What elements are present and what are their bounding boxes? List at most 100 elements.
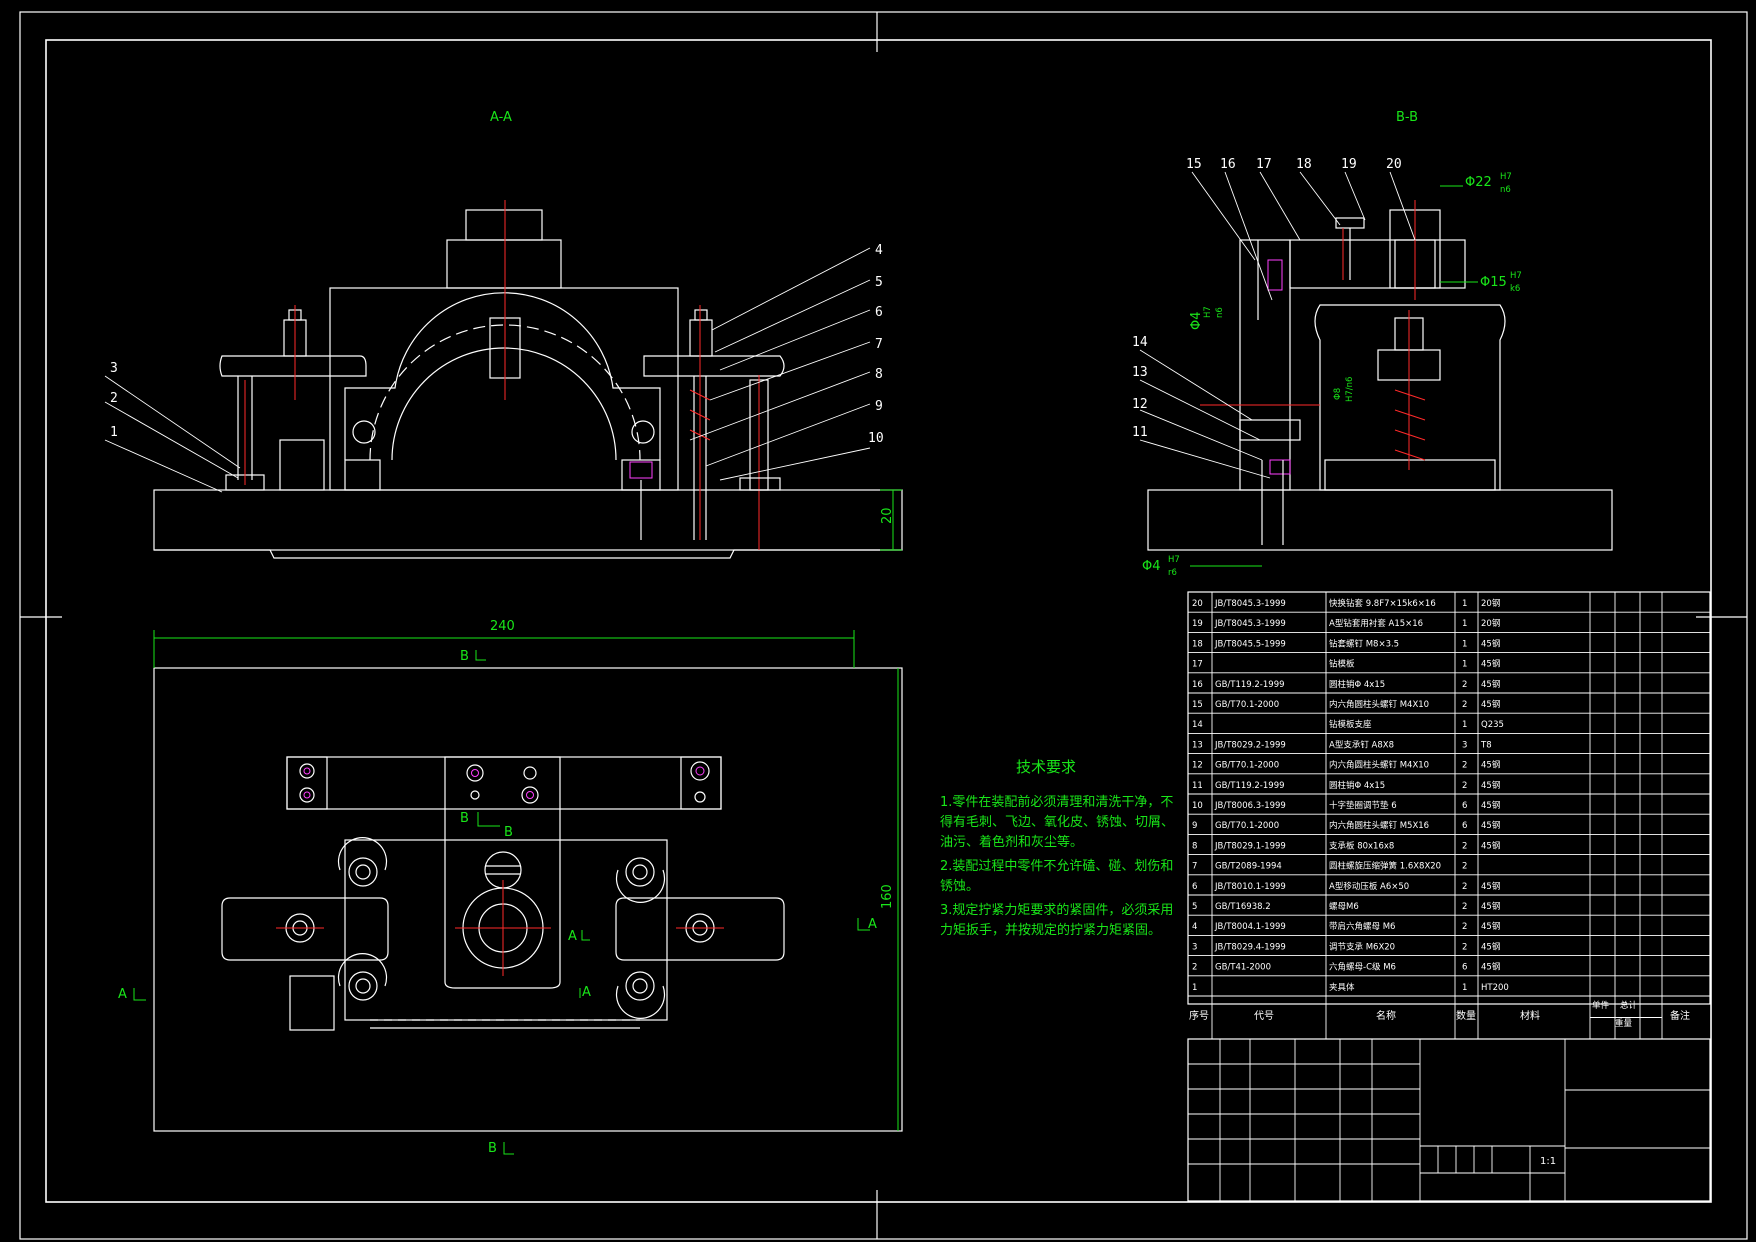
bom-header-total: 总计	[1620, 1000, 1638, 1011]
marker-a-mid2: A	[582, 985, 591, 1000]
tech-req-line-2: 得有毛刺、飞边、氧化皮、锈蚀、切屑、	[940, 814, 1174, 830]
bom-cell-no: 11	[1192, 781, 1203, 791]
dim-160: 160	[880, 884, 895, 909]
bom-header-unit: 单件	[1592, 1000, 1610, 1011]
bom-cell-qty: 2	[1462, 680, 1467, 690]
bom-cell-qty: 1	[1462, 639, 1467, 649]
bom-cell-code: JB/T8029.4-1999	[1214, 942, 1286, 952]
marker-a-left: A	[118, 987, 127, 1002]
bom-cell-mat: 20钢	[1481, 618, 1500, 629]
balloon-14: 14	[1132, 335, 1148, 350]
balloon-17: 17	[1256, 157, 1272, 172]
bom-cell-name: 内六角圆柱头螺钉 M5X16	[1329, 820, 1429, 831]
bom-cell-qty: 1	[1462, 660, 1467, 670]
bom-cell-code: GB/T16938.2	[1215, 902, 1271, 912]
balloon-8: 8	[875, 367, 883, 382]
bom-cell-name: A型钻套用衬套 A15×16	[1329, 618, 1423, 629]
bom-cell-qty: 2	[1462, 922, 1467, 932]
marker-b-top: B	[460, 649, 469, 664]
bom-cell-name: 带肩六角螺母 M6	[1329, 921, 1395, 932]
bom-cell-qty: 2	[1462, 862, 1467, 872]
tech-requirements: 技术要求 1.零件在装配前必须清理和清洗干净，不 得有毛刺、飞边、氧化皮、锈蚀、…	[940, 758, 1174, 938]
bom-cell-mat: 45钢	[1481, 699, 1500, 710]
balloon-10: 10	[868, 431, 884, 446]
title-block: 1:1	[1187, 1038, 1711, 1202]
bom-cell-name: 钻模板支座	[1329, 719, 1372, 730]
bom-table: 20 JB/T8045.3-1999 快换钻套 9.8F7×15k6×16 1 20钢 1…	[1187, 591, 1711, 1039]
bom-cell-name: 内六角圆柱头螺钉 M4X10	[1329, 699, 1429, 710]
bom-cell-code: GB/T119.2-1999	[1215, 781, 1285, 791]
bom-cell-no: 12	[1192, 761, 1203, 771]
balloon-6: 6	[875, 305, 883, 320]
dim-240: 240	[490, 619, 515, 634]
section-aa-view: A-A 20 4 5 6 7 8 9 10 3 2 1	[104, 110, 903, 559]
bom-cell-no: 3	[1192, 942, 1197, 952]
bom-cell-name: 螺母M6	[1329, 901, 1359, 912]
bom-cell-name: 六角螺母-C级 M6	[1329, 962, 1396, 973]
bom-cell-code: GB/T119.2-1999	[1215, 680, 1285, 690]
balloon-2: 2	[110, 391, 118, 406]
balloon-18: 18	[1296, 157, 1312, 172]
bom-cell-mat: Q235	[1481, 720, 1504, 730]
bom-cell-name: 圆柱螺旋压缩弹簧 1.6X8X20	[1329, 861, 1441, 872]
bom-cell-mat: HT200	[1481, 983, 1509, 993]
bom-cell-mat: 45钢	[1481, 840, 1500, 851]
bom-cell-no: 13	[1192, 740, 1203, 750]
balloon-5: 5	[875, 275, 883, 290]
bom-cell-mat: 45钢	[1481, 921, 1500, 932]
bom-cell-qty: 1	[1462, 720, 1467, 730]
bom-cell-code: GB/T70.1-2000	[1215, 700, 1279, 710]
bom-cell-code: JB/T8045.5-1999	[1214, 639, 1286, 649]
bom-cell-no: 14	[1192, 720, 1203, 730]
bom-cell-no: 19	[1192, 619, 1203, 629]
bom-cell-code: GB/T70.1-2000	[1215, 821, 1279, 831]
bom-cell-mat: 45钢	[1481, 941, 1500, 952]
bom-cell-name: 钻模板	[1329, 659, 1355, 670]
bom-cell-no: 6	[1192, 882, 1197, 892]
balloon-9: 9	[875, 399, 883, 414]
fit-dimensions: Φ22 H7 n6 Φ15 H7 k6 Φ4 H7 n6 Φ4 H7 r6 Φ8…	[1142, 172, 1522, 578]
tech-req-line-5: 锈蚀。	[940, 879, 979, 894]
dim-phi4-left-fit-top: H7	[1203, 306, 1213, 318]
dim-phi15-fit-top: H7	[1510, 271, 1522, 281]
top-view: 240 160 B B A A A A B B	[118, 619, 903, 1156]
bom-cell-no: 1	[1192, 983, 1197, 993]
bom-cell-code: JB/T8045.3-1999	[1214, 619, 1286, 629]
bom-cell-qty: 2	[1462, 841, 1467, 851]
bom-cell-name: 钻套螺钉 M8×3.5	[1329, 638, 1399, 649]
bom-cell-code: GB/T2089-1994	[1215, 862, 1282, 872]
bom-cell-code: JB/T8029.1-1999	[1214, 841, 1286, 851]
tech-req-line-3: 油污、着色剂和灰尘等。	[940, 834, 1083, 850]
tech-req-title: 技术要求	[1016, 758, 1076, 776]
balloon-16: 16	[1220, 157, 1236, 172]
bom-cell-code: JB/T8045.3-1999	[1214, 599, 1286, 609]
bom-cell-qty: 2	[1462, 902, 1467, 912]
dim-phi22: Φ22	[1465, 175, 1492, 190]
dim-phi8-fit: H7/n6	[1345, 377, 1355, 402]
bom-cell-name: 快换钻套 9.8F7×15k6×16	[1329, 598, 1436, 609]
bom-cell-code: JB/T8010.1-1999	[1214, 882, 1286, 892]
bom-cell-no: 18	[1192, 639, 1203, 649]
bom-cell-no: 15	[1192, 700, 1203, 710]
balloon-19: 19	[1341, 157, 1357, 172]
bom-cell-qty: 3	[1462, 740, 1467, 750]
bom-cell-no: 16	[1192, 680, 1203, 690]
bom-cell-qty: 1	[1462, 619, 1467, 629]
bom-cell-qty: 6	[1462, 801, 1467, 811]
bom-cell-no: 20	[1192, 599, 1203, 609]
bom-cell-code: GB/T70.1-2000	[1215, 761, 1279, 771]
dim-phi15: Φ15	[1480, 275, 1507, 290]
bom-cell-no: 5	[1192, 902, 1197, 912]
bom-cell-mat: 45钢	[1481, 820, 1500, 831]
section-bb-label: B-B	[1396, 110, 1418, 125]
section-bb-view: B-B 15 16 17 18 19 20 14 13 12 11 Φ22 H7…	[1132, 110, 1613, 578]
bom-header-mat: 材料	[1520, 1009, 1540, 1022]
bom-cell-no: 9	[1192, 821, 1197, 831]
dim-phi15-fit-bot: k6	[1510, 284, 1520, 294]
balloon-15: 15	[1186, 157, 1202, 172]
bom-cell-mat: 20钢	[1481, 598, 1500, 609]
bom-cell-no: 2	[1192, 963, 1197, 973]
bom-cell-code: JB/T8004.1-1999	[1214, 922, 1286, 932]
dim-phi22-fit-bot: n6	[1500, 185, 1511, 195]
balloon-20: 20	[1386, 157, 1402, 172]
